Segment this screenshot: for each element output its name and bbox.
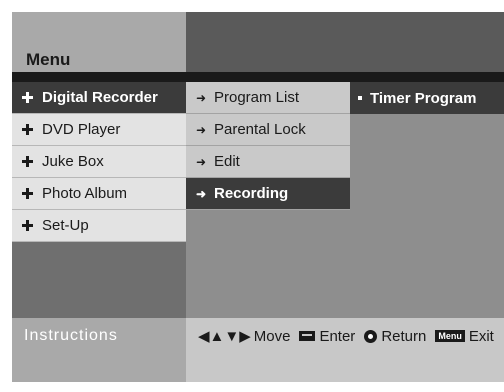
menu-item-label: Photo Album <box>42 185 128 202</box>
arrow-right-icon: ➜ <box>195 90 207 105</box>
third-menu: Timer Program <box>350 82 504 318</box>
main-menu-item-set-up[interactable]: Set-Up <box>12 210 186 242</box>
title-bar: Menu <box>12 12 186 72</box>
submenu-item-program-list[interactable]: ➜ Program List <box>186 82 350 114</box>
menu-item-label: Set-Up <box>42 217 89 234</box>
plus-icon <box>22 188 33 199</box>
submenu-item-parental-lock[interactable]: ➜ Parental Lock <box>186 114 350 146</box>
main-menu-item-digital-recorder[interactable]: Digital Recorder <box>12 82 186 114</box>
key-help: ◀▲▼▶ Move Enter Return Menu Exit <box>198 327 503 346</box>
menu-item-label: Digital Recorder <box>42 89 158 106</box>
main-menu-item-juke-box[interactable]: Juke Box <box>12 146 186 178</box>
bullet-icon <box>358 96 362 100</box>
enter-key-icon <box>299 331 316 341</box>
exit-label: Exit <box>468 327 494 345</box>
screen: Menu Digital Recorder DVD Player Juke Bo… <box>0 0 504 392</box>
menu-item-label: Juke Box <box>42 153 104 170</box>
instruction-bar: Instructions ◀▲▼▶ Move Enter Return Menu… <box>12 318 504 382</box>
divider <box>12 72 504 82</box>
plus-icon <box>22 92 33 103</box>
move-label: Move <box>253 327 291 345</box>
main-menu-item-photo-album[interactable]: Photo Album <box>12 178 186 210</box>
menu-item-label: DVD Player <box>42 121 121 138</box>
submenu-item-label: Recording <box>214 185 289 202</box>
plus-icon <box>22 156 33 167</box>
submenu-item-label: Edit <box>214 153 240 170</box>
move-keys-icon: ◀▲▼▶ <box>198 328 251 345</box>
plus-icon <box>22 220 33 231</box>
submenu-item-recording[interactable]: ➜ Recording <box>186 178 350 210</box>
osd-menu: Menu Digital Recorder DVD Player Juke Bo… <box>12 12 504 382</box>
arrow-right-icon: ➜ <box>195 154 207 169</box>
menu-title: Menu <box>26 50 71 69</box>
return-label: Return <box>381 327 427 345</box>
submenu-item-label: Parental Lock <box>214 121 306 138</box>
instructions-panel: Instructions <box>12 318 186 382</box>
arrow-right-icon: ➜ <box>195 186 207 201</box>
menu-key-icon: Menu <box>435 330 465 342</box>
arrow-right-icon: ➜ <box>195 122 207 137</box>
main-menu-item-dvd-player[interactable]: DVD Player <box>12 114 186 146</box>
return-key-icon <box>364 329 378 343</box>
submenu-item-label: Program List <box>214 89 300 106</box>
third-menu-item-timer-program[interactable]: Timer Program <box>350 82 504 114</box>
instructions-title: Instructions <box>24 327 118 344</box>
main-menu: Digital Recorder DVD Player Juke Box Pho… <box>12 82 186 318</box>
submenu: ➜ Program List ➜ Parental Lock ➜ Edit ➜ … <box>186 82 350 318</box>
enter-label: Enter <box>319 327 356 345</box>
plus-icon <box>22 124 33 135</box>
third-menu-item-label: Timer Program <box>370 89 477 107</box>
submenu-item-edit[interactable]: ➜ Edit <box>186 146 350 178</box>
title-bar-right <box>186 12 504 72</box>
